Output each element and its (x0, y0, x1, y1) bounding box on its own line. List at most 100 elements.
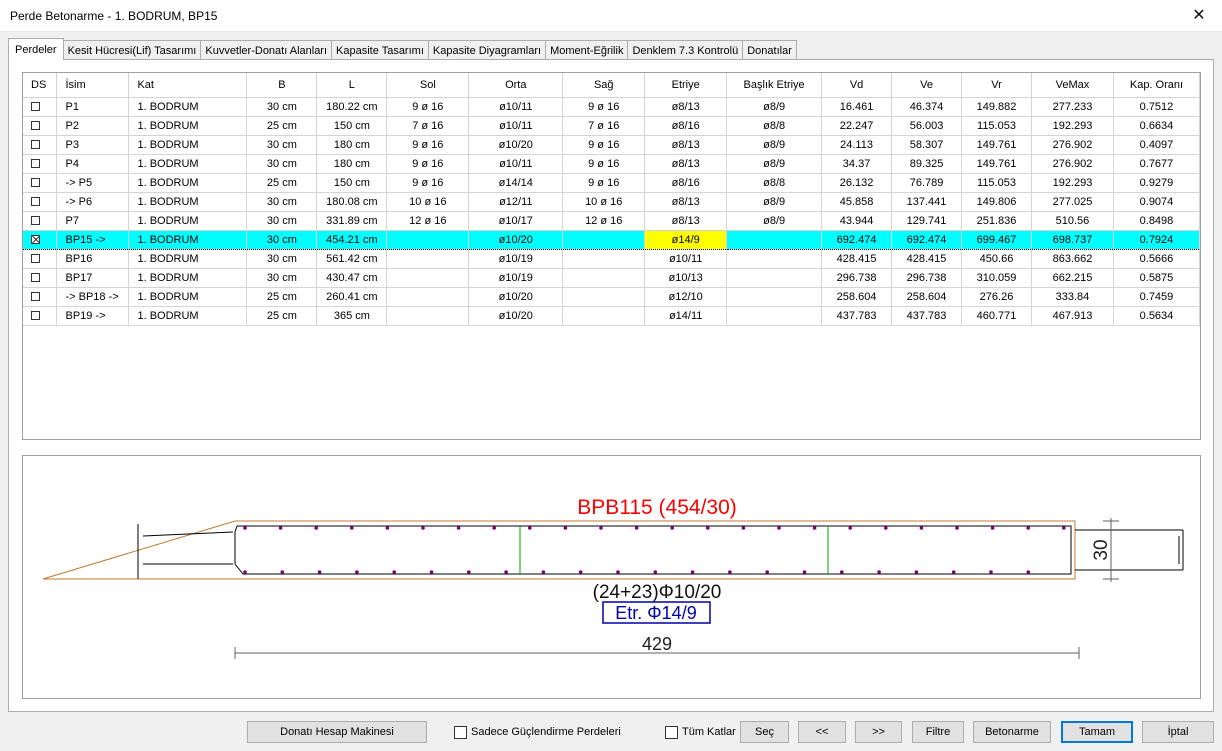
table-cell: 510.56 (1031, 211, 1114, 231)
ds-cell[interactable] (23, 229, 58, 250)
table-row[interactable]: P3 1. BODRUM 30 cm 180 cm 9 ø 16 ø10/20 9 ø 16… (23, 135, 1200, 155)
table-cell: 149.882 (961, 97, 1032, 117)
tab-0[interactable]: Perdeler (8, 38, 64, 60)
table-cell: 9 ø 16 (562, 154, 646, 174)
table-row[interactable]: -> P5 1. BODRUM 25 cm 150 cm 9 ø 16 ø14/14 9 ø… (23, 173, 1200, 193)
cancel-button[interactable]: İptal (1142, 721, 1214, 743)
column-header[interactable]: Başlık Etriye (726, 73, 823, 98)
ds-checkbox[interactable] (31, 140, 40, 150)
table-row[interactable]: P1 1. BODRUM 30 cm 180.22 cm 9 ø 16 ø10/11 9 ø… (23, 97, 1200, 117)
table-row[interactable]: P2 1. BODRUM 25 cm 150 cm 7 ø 16 ø10/11 7 ø 16… (23, 116, 1200, 136)
ds-cell[interactable] (23, 211, 58, 231)
table-cell: -> P5 (56, 173, 130, 193)
table-cell: 1. BODRUM (128, 116, 248, 136)
table-cell: 9 ø 16 (386, 173, 470, 193)
checkbox-box[interactable] (665, 725, 678, 739)
column-header[interactable]: VeMax (1031, 73, 1114, 98)
table-row[interactable]: BP15 -> 1. BODRUM 30 cm 454.21 cm ø10/20 ø14/… (23, 229, 1200, 250)
table-cell (726, 268, 823, 288)
filter-button[interactable]: Filtre (912, 721, 964, 743)
all-floors-checkbox[interactable]: Tüm Katlar (665, 725, 736, 739)
column-header[interactable]: Vd (821, 73, 893, 98)
previous-button[interactable]: << (798, 721, 846, 743)
column-header[interactable]: L (316, 73, 388, 98)
table-cell: ø10/20 (468, 135, 564, 155)
table-cell (562, 306, 646, 326)
column-header[interactable]: Ve (891, 73, 963, 98)
table-cell: 46.374 (891, 97, 963, 117)
ds-cell[interactable] (23, 116, 58, 136)
table-row[interactable]: BP17 1. BODRUM 30 cm 430.47 cm ø10/19 ø10/13 2… (23, 268, 1200, 288)
ds-cell[interactable] (23, 268, 58, 288)
ok-button[interactable]: Tamam (1061, 721, 1133, 743)
tab-1[interactable]: Kesit Hücresi(Lif) Tasarımı (62, 40, 202, 60)
select-button[interactable]: Seç (740, 721, 789, 743)
ds-cell[interactable] (23, 287, 58, 307)
table-cell: ø10/20 (468, 229, 564, 250)
ds-checkbox[interactable] (31, 178, 40, 188)
table-cell: 192.293 (1031, 173, 1114, 193)
column-header[interactable]: Sağ (562, 73, 646, 98)
rebar-dot (741, 526, 746, 530)
table-cell: 0.9279 (1113, 173, 1200, 193)
table-cell: 450.66 (961, 249, 1032, 269)
tab-2[interactable]: Kuvvetler-Donatı Alanları (200, 40, 333, 60)
tab-3[interactable]: Kapasite Tasarımı (331, 40, 429, 60)
ds-cell[interactable] (23, 135, 58, 155)
table-cell: 662.215 (1031, 268, 1114, 288)
close-icon[interactable]: ✕ (1176, 0, 1222, 30)
table-cell: 260.41 cm (316, 287, 388, 307)
rebar-dot (599, 526, 603, 530)
table-row[interactable]: -> P6 1. BODRUM 30 cm 180.08 cm 10 ø 16 ø12/1… (23, 192, 1200, 212)
table-cell: 43.944 (821, 211, 893, 231)
table-cell: 30 cm (246, 229, 318, 250)
table-row[interactable]: BP19 -> 1. BODRUM 25 cm 365 cm ø10/20 ø14/11 4… (23, 306, 1200, 326)
ds-checkbox[interactable] (31, 102, 40, 112)
ds-cell[interactable] (23, 173, 58, 193)
tab-5[interactable]: Moment-Eğrilik (545, 40, 629, 60)
ds-cell[interactable] (23, 97, 58, 117)
ds-checkbox[interactable] (31, 216, 40, 226)
table-row[interactable]: P4 1. BODRUM 30 cm 180 cm 9 ø 16 ø10/11 9 ø 16… (23, 154, 1200, 174)
ds-checkbox[interactable] (31, 311, 40, 321)
table-row[interactable]: BP16 1. BODRUM 30 cm 561.42 cm ø10/19 ø10/11 4… (23, 249, 1200, 269)
ds-checkbox[interactable] (31, 273, 40, 283)
checkbox-box[interactable] (454, 725, 467, 739)
table-cell: 0.8498 (1113, 211, 1200, 231)
ds-cell[interactable] (23, 249, 58, 269)
column-header[interactable]: Sol (386, 73, 470, 98)
table-row[interactable]: P7 1. BODRUM 30 cm 331.89 cm 12 ø 16 ø10/17 12… (23, 211, 1200, 231)
column-header[interactable]: Kap. Oranı (1113, 73, 1200, 98)
tab-6[interactable]: Denklem 7.3 Kontrolü (627, 40, 744, 60)
column-header[interactable]: İsim (56, 73, 130, 98)
reinforced-concrete-button[interactable]: Betonarme (973, 721, 1051, 743)
only-strengthened-checkbox[interactable]: Sadece Güçlendirme Perdeleri (454, 725, 621, 739)
ds-checkbox[interactable] (31, 197, 40, 207)
ds-cell[interactable] (23, 306, 58, 326)
table-cell: 16.461 (821, 97, 893, 117)
column-header[interactable]: Etriye (644, 73, 728, 98)
ds-checkbox[interactable] (31, 159, 40, 169)
rebar-calculator-button[interactable]: Donatı Hesap Makinesi (247, 721, 427, 743)
table-cell: 12 ø 16 (386, 211, 470, 231)
ds-checkbox[interactable] (31, 121, 40, 131)
column-header[interactable]: DS (23, 73, 58, 98)
table-cell: ø10/11 (468, 154, 564, 174)
ds-cell[interactable] (23, 154, 58, 174)
ds-checkbox[interactable] (31, 254, 40, 264)
tab-4[interactable]: Kapasite Diyagramları (427, 40, 547, 60)
tab-7[interactable]: Donatılar (742, 40, 797, 60)
column-header[interactable]: Orta (468, 73, 564, 98)
ds-checkbox[interactable] (31, 235, 40, 245)
table-cell: 251.836 (961, 211, 1032, 231)
rebar-dot (616, 570, 620, 574)
ds-checkbox[interactable] (31, 292, 40, 302)
table-row[interactable]: -> BP18 -> 1. BODRUM 25 cm 260.41 cm ø10/20 ø… (23, 287, 1200, 307)
next-button[interactable]: >> (855, 721, 902, 743)
column-header[interactable]: Vr (961, 73, 1032, 98)
column-header[interactable]: Kat (128, 73, 248, 98)
walls-table[interactable]: DS İsim Kat B L Sol Orta Sağ Etriye Başlık Etriye… (22, 72, 1201, 440)
ds-cell[interactable] (23, 192, 58, 212)
table-cell: ø8/16 (644, 173, 728, 193)
column-header[interactable]: B (246, 73, 318, 98)
